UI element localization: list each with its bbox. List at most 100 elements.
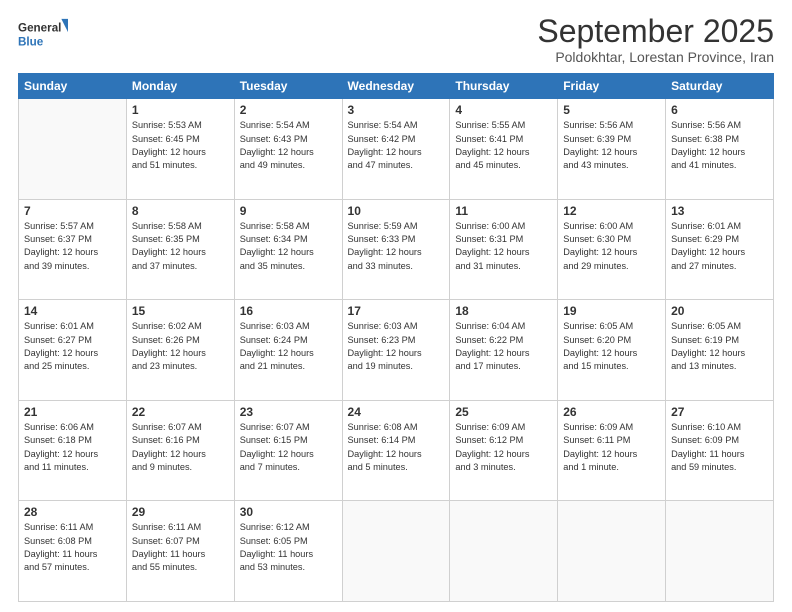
day-number: 23 [240, 405, 337, 419]
day-info: Sunrise: 6:12 AMSunset: 6:05 PMDaylight:… [240, 521, 337, 574]
day-info: Sunrise: 6:01 AMSunset: 6:27 PMDaylight:… [24, 320, 121, 373]
calendar-cell: 17 Sunrise: 6:03 AMSunset: 6:23 PMDayligh… [342, 300, 450, 401]
day-number: 30 [240, 505, 337, 519]
day-info: Sunrise: 6:11 AMSunset: 6:07 PMDaylight:… [132, 521, 229, 574]
day-info: Sunrise: 5:57 AMSunset: 6:37 PMDaylight:… [24, 220, 121, 273]
calendar-header-row: SundayMondayTuesdayWednesdayThursdayFrid… [19, 74, 774, 99]
day-number: 17 [348, 304, 445, 318]
day-info: Sunrise: 6:03 AMSunset: 6:24 PMDaylight:… [240, 320, 337, 373]
day-info: Sunrise: 5:53 AMSunset: 6:45 PMDaylight:… [132, 119, 229, 172]
calendar-week-row: 28 Sunrise: 6:11 AMSunset: 6:08 PMDayligh… [19, 501, 774, 602]
day-number: 25 [455, 405, 552, 419]
calendar-cell [450, 501, 558, 602]
logo-svg: General Blue [18, 14, 68, 52]
day-number: 22 [132, 405, 229, 419]
day-info: Sunrise: 6:03 AMSunset: 6:23 PMDaylight:… [348, 320, 445, 373]
calendar-cell: 14 Sunrise: 6:01 AMSunset: 6:27 PMDayligh… [19, 300, 127, 401]
day-number: 28 [24, 505, 121, 519]
calendar-cell: 4 Sunrise: 5:55 AMSunset: 6:41 PMDaylight… [450, 99, 558, 200]
calendar-table: SundayMondayTuesdayWednesdayThursdayFrid… [18, 73, 774, 602]
day-info: Sunrise: 6:06 AMSunset: 6:18 PMDaylight:… [24, 421, 121, 474]
calendar-cell: 1 Sunrise: 5:53 AMSunset: 6:45 PMDaylight… [126, 99, 234, 200]
calendar-cell: 6Sunrise: 5:56 AMSunset: 6:38 PMDaylight… [666, 99, 774, 200]
day-info: Sunrise: 5:58 AMSunset: 6:34 PMDaylight:… [240, 220, 337, 273]
calendar-cell: 10 Sunrise: 5:59 AMSunset: 6:33 PMDayligh… [342, 199, 450, 300]
svg-text:Blue: Blue [18, 36, 44, 49]
day-info: Sunrise: 6:07 AMSunset: 6:15 PMDaylight:… [240, 421, 337, 474]
day-info: Sunrise: 5:54 AMSunset: 6:43 PMDaylight:… [240, 119, 337, 172]
day-number: 19 [563, 304, 660, 318]
calendar-cell: 19 Sunrise: 6:05 AMSunset: 6:20 PMDayligh… [558, 300, 666, 401]
location-subtitle: Poldokhtar, Lorestan Province, Iran [537, 49, 774, 65]
svg-text:General: General [18, 21, 61, 34]
day-info: Sunrise: 6:07 AMSunset: 6:16 PMDaylight:… [132, 421, 229, 474]
calendar-cell: 28 Sunrise: 6:11 AMSunset: 6:08 PMDayligh… [19, 501, 127, 602]
day-info: Sunrise: 6:08 AMSunset: 6:14 PMDaylight:… [348, 421, 445, 474]
calendar-cell: 24 Sunrise: 6:08 AMSunset: 6:14 PMDayligh… [342, 400, 450, 501]
day-number: 4 [455, 103, 552, 117]
calendar-cell: 12 Sunrise: 6:00 AMSunset: 6:30 PMDayligh… [558, 199, 666, 300]
calendar-cell [342, 501, 450, 602]
day-number: 29 [132, 505, 229, 519]
calendar-week-row: 14 Sunrise: 6:01 AMSunset: 6:27 PMDayligh… [19, 300, 774, 401]
day-number: 7 [24, 204, 121, 218]
day-info: Sunrise: 6:00 AMSunset: 6:30 PMDaylight:… [563, 220, 660, 273]
day-number: 24 [348, 405, 445, 419]
day-info: Sunrise: 5:59 AMSunset: 6:33 PMDaylight:… [348, 220, 445, 273]
logo: General Blue [18, 14, 68, 52]
day-number: 2 [240, 103, 337, 117]
day-info: Sunrise: 6:04 AMSunset: 6:22 PMDaylight:… [455, 320, 552, 373]
calendar-cell: 29 Sunrise: 6:11 AMSunset: 6:07 PMDayligh… [126, 501, 234, 602]
day-info: Sunrise: 6:11 AMSunset: 6:08 PMDaylight:… [24, 521, 121, 574]
day-number: 6 [671, 103, 768, 117]
calendar-week-row: 1 Sunrise: 5:53 AMSunset: 6:45 PMDaylight… [19, 99, 774, 200]
day-number: 14 [24, 304, 121, 318]
day-number: 21 [24, 405, 121, 419]
calendar-day-header: Thursday [450, 74, 558, 99]
calendar-cell: 23 Sunrise: 6:07 AMSunset: 6:15 PMDayligh… [234, 400, 342, 501]
day-number: 12 [563, 204, 660, 218]
day-number: 16 [240, 304, 337, 318]
day-number: 11 [455, 204, 552, 218]
day-number: 10 [348, 204, 445, 218]
day-info: Sunrise: 6:02 AMSunset: 6:26 PMDaylight:… [132, 320, 229, 373]
day-info: Sunrise: 5:56 AMSunset: 6:39 PMDaylight:… [563, 119, 660, 172]
day-number: 9 [240, 204, 337, 218]
calendar-day-header: Tuesday [234, 74, 342, 99]
calendar-cell: 8 Sunrise: 5:58 AMSunset: 6:35 PMDaylight… [126, 199, 234, 300]
day-info: Sunrise: 6:05 AMSunset: 6:19 PMDaylight:… [671, 320, 768, 373]
day-info: Sunrise: 5:54 AMSunset: 6:42 PMDaylight:… [348, 119, 445, 172]
calendar-cell [558, 501, 666, 602]
calendar-cell: 20 Sunrise: 6:05 AMSunset: 6:19 PMDayligh… [666, 300, 774, 401]
calendar-cell [19, 99, 127, 200]
day-number: 15 [132, 304, 229, 318]
calendar-day-header: Friday [558, 74, 666, 99]
day-number: 1 [132, 103, 229, 117]
calendar-day-header: Monday [126, 74, 234, 99]
calendar-week-row: 21 Sunrise: 6:06 AMSunset: 6:18 PMDayligh… [19, 400, 774, 501]
day-info: Sunrise: 5:58 AMSunset: 6:35 PMDaylight:… [132, 220, 229, 273]
calendar-day-header: Wednesday [342, 74, 450, 99]
day-number: 26 [563, 405, 660, 419]
calendar-cell: 16 Sunrise: 6:03 AMSunset: 6:24 PMDayligh… [234, 300, 342, 401]
calendar-cell: 30 Sunrise: 6:12 AMSunset: 6:05 PMDayligh… [234, 501, 342, 602]
calendar-cell: 13Sunrise: 6:01 AMSunset: 6:29 PMDayligh… [666, 199, 774, 300]
calendar-cell: 25 Sunrise: 6:09 AMSunset: 6:12 PMDayligh… [450, 400, 558, 501]
day-info: Sunrise: 6:09 AMSunset: 6:12 PMDaylight:… [455, 421, 552, 474]
day-info: Sunrise: 6:00 AMSunset: 6:31 PMDaylight:… [455, 220, 552, 273]
day-number: 20 [671, 304, 768, 318]
calendar-cell: 22 Sunrise: 6:07 AMSunset: 6:16 PMDayligh… [126, 400, 234, 501]
day-number: 13 [671, 204, 768, 218]
day-info: Sunrise: 5:55 AMSunset: 6:41 PMDaylight:… [455, 119, 552, 172]
calendar-cell: 9 Sunrise: 5:58 AMSunset: 6:34 PMDaylight… [234, 199, 342, 300]
calendar-cell [666, 501, 774, 602]
day-info: Sunrise: 6:05 AMSunset: 6:20 PMDaylight:… [563, 320, 660, 373]
calendar-cell: 7 Sunrise: 5:57 AMSunset: 6:37 PMDaylight… [19, 199, 127, 300]
title-block: September 2025 Poldokhtar, Lorestan Prov… [537, 14, 774, 65]
calendar-cell: 21 Sunrise: 6:06 AMSunset: 6:18 PMDayligh… [19, 400, 127, 501]
day-number: 5 [563, 103, 660, 117]
day-number: 8 [132, 204, 229, 218]
calendar-cell: 26Sunrise: 6:09 AMSunset: 6:11 PMDayligh… [558, 400, 666, 501]
calendar-week-row: 7 Sunrise: 5:57 AMSunset: 6:37 PMDaylight… [19, 199, 774, 300]
calendar-cell: 27Sunrise: 6:10 AMSunset: 6:09 PMDayligh… [666, 400, 774, 501]
